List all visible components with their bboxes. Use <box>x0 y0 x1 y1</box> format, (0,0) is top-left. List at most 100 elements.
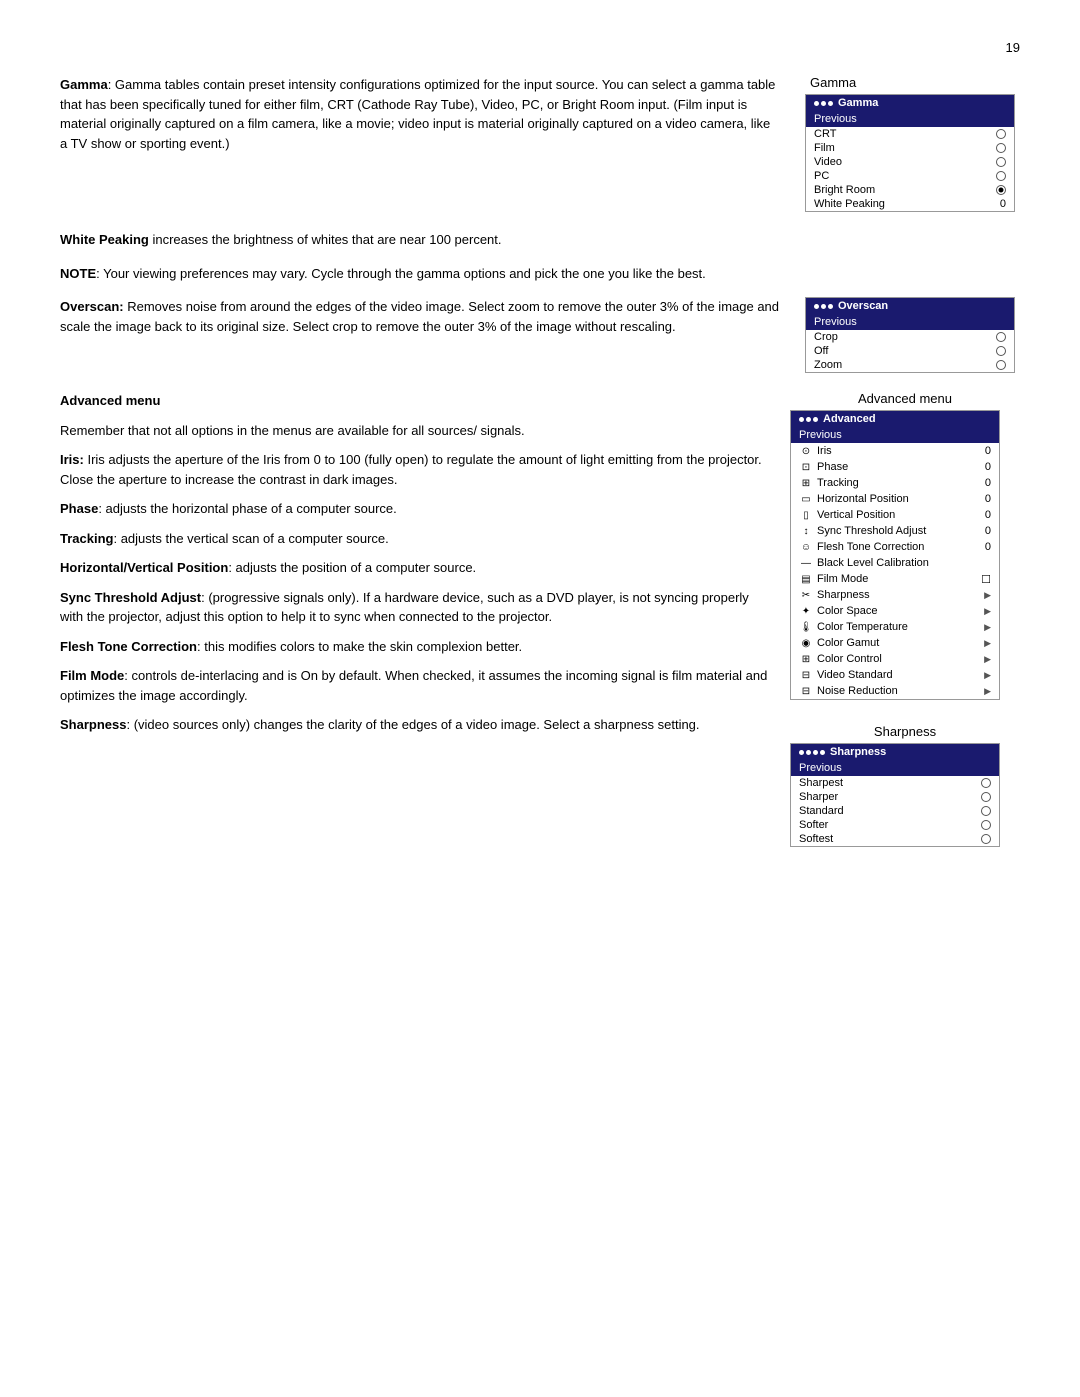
adv-phase[interactable]: ⊡ Phase 0 <box>791 459 999 475</box>
sdot4 <box>820 750 825 755</box>
sharpness-sharper[interactable]: Sharper <box>791 790 999 804</box>
gamma-crt-radio[interactable] <box>996 129 1006 139</box>
advanced-previous[interactable]: Previous <box>791 427 999 443</box>
adv-colortemp[interactable]: 🌡 Color Temperature ▶ <box>791 619 999 635</box>
flesh-icon: ☺ <box>799 540 813 554</box>
sharpness-sharpest[interactable]: Sharpest <box>791 776 999 790</box>
overscan-off[interactable]: Off <box>806 344 1014 358</box>
film-bold: Film Mode <box>60 668 124 683</box>
black-icon: — <box>799 556 813 570</box>
gamma-brightroom-radio[interactable] <box>996 185 1006 195</box>
adv-colorgamut-label: Color Gamut <box>817 637 879 649</box>
adv-vpos[interactable]: ▯ Vertical Position 0 <box>791 507 999 523</box>
sync-paragraph: Sync Threshold Adjust: (progressive sign… <box>60 588 770 627</box>
overscan-dots <box>814 304 833 309</box>
adv-tracking-value: 0 <box>985 477 991 489</box>
adv-tracking-left: ⊞ Tracking <box>799 476 859 490</box>
adv-videostd-label: Video Standard <box>817 669 893 681</box>
adv-sharpness-arrow: ▶ <box>984 590 991 601</box>
overscan-zoom-radio[interactable] <box>996 360 1006 370</box>
adv-noise[interactable]: ⊟ Noise Reduction ▶ <box>791 683 999 699</box>
adv-vpos-label: Vertical Position <box>817 509 895 521</box>
gamma-whitepeaking[interactable]: White Peaking 0 <box>806 197 1014 211</box>
adv-videostd-left: ⊟ Video Standard <box>799 668 893 682</box>
gamma-video[interactable]: Video <box>806 155 1014 169</box>
adv-hpos[interactable]: ▭ Horizontal Position 0 <box>791 491 999 507</box>
gamma-whitepeaking-label: White Peaking <box>814 198 885 210</box>
overscan-previous[interactable]: Previous <box>806 314 1014 330</box>
adv-iris-left: ⊙ Iris <box>799 444 832 458</box>
adv-flesh-label: Flesh Tone Correction <box>817 541 924 553</box>
gamma-video-radio[interactable] <box>996 157 1006 167</box>
sharpness-standard-radio[interactable] <box>981 806 991 816</box>
sharpness-sharper-radio[interactable] <box>981 792 991 802</box>
note-section: NOTE: Your viewing preferences may vary.… <box>60 264 1020 284</box>
sharpness-softest[interactable]: Softest <box>791 832 999 846</box>
adv-iris-label: Iris <box>817 445 832 457</box>
adv-noise-label: Noise Reduction <box>817 685 898 697</box>
adv-colorgamut[interactable]: ◉ Color Gamut ▶ <box>791 635 999 651</box>
iris-icon: ⊙ <box>799 444 813 458</box>
adv-colorgamut-left: ◉ Color Gamut <box>799 636 879 650</box>
adv-colortemp-left: 🌡 Color Temperature <box>799 620 908 634</box>
adv-colorspace[interactable]: ✦ Color Space ▶ <box>791 603 999 619</box>
sharpness-softer-label: Softer <box>799 819 828 831</box>
adv-sync-label: Sync Threshold Adjust <box>817 525 926 537</box>
sharpness-standard[interactable]: Standard <box>791 804 999 818</box>
adv-videostd[interactable]: ⊟ Video Standard ▶ <box>791 667 999 683</box>
gamma-previous[interactable]: Previous <box>806 111 1014 127</box>
tracking-paragraph: Tracking: adjusts the vertical scan of a… <box>60 529 770 549</box>
adv-flesh[interactable]: ☺ Flesh Tone Correction 0 <box>791 539 999 555</box>
adv-sharpness[interactable]: ✂ Sharpness ▶ <box>791 587 999 603</box>
adv-black-left: — Black Level Calibration <box>799 556 929 570</box>
overscan-zoom[interactable]: Zoom <box>806 358 1014 372</box>
white-peaking-body: increases the brightness of whites that … <box>149 232 502 247</box>
overscan-ui-col: Overscan Previous Crop Off Zoom <box>800 297 1020 373</box>
overscan-body: Removes noise from around the edges of t… <box>60 299 779 334</box>
overscan-crop-radio[interactable] <box>996 332 1006 342</box>
gamma-crt[interactable]: CRT <box>806 127 1014 141</box>
gamma-brightroom[interactable]: Bright Room <box>806 183 1014 197</box>
gamma-whitepeaking-value: 0 <box>1000 198 1006 210</box>
sharpness-sharpest-radio[interactable] <box>981 778 991 788</box>
adv-colorctrl-left: ⊞ Color Control <box>799 652 882 666</box>
adv-videostd-arrow: ▶ <box>984 670 991 681</box>
tracking-bold: Tracking <box>60 531 113 546</box>
sharpness-softer-radio[interactable] <box>981 820 991 830</box>
adv-tracking[interactable]: ⊞ Tracking 0 <box>791 475 999 491</box>
sharpness-softest-radio[interactable] <box>981 834 991 844</box>
gamma-film-radio[interactable] <box>996 143 1006 153</box>
sharpness-previous[interactable]: Previous <box>791 760 999 776</box>
dot1 <box>814 101 819 106</box>
sharpness-softer[interactable]: Softer <box>791 818 999 832</box>
gamma-text-col: Gamma: Gamma tables contain preset inten… <box>60 75 780 212</box>
videostd-icon: ⊟ <box>799 668 813 682</box>
gamma-pc[interactable]: PC <box>806 169 1014 183</box>
overscan-crop[interactable]: Crop <box>806 330 1014 344</box>
colortemp-icon: 🌡 <box>799 620 813 634</box>
hvpos-paragraph: Horizontal/Vertical Position: adjusts th… <box>60 558 770 578</box>
hvpos-bold: Horizontal/Vertical Position <box>60 560 228 575</box>
gamma-pc-radio[interactable] <box>996 171 1006 181</box>
gamma-ui-col: Gamma Gamma Previous CRT Film Video <box>800 75 1020 212</box>
adv-iris[interactable]: ⊙ Iris 0 <box>791 443 999 459</box>
adv-phase-label: Phase <box>817 461 848 473</box>
advanced-heading-bold: Advanced menu <box>60 393 160 408</box>
overscan-menu-box: Overscan Previous Crop Off Zoom <box>805 297 1015 373</box>
overscan-off-radio[interactable] <box>996 346 1006 356</box>
advanced-intro: Remember that not all options in the men… <box>60 421 770 441</box>
gamma-dots <box>814 101 833 106</box>
adv-colorctrl[interactable]: ⊞ Color Control ▶ <box>791 651 999 667</box>
adv-black[interactable]: — Black Level Calibration <box>791 555 999 571</box>
sync-icon: ↕ <box>799 524 813 538</box>
hpos-icon: ▭ <box>799 492 813 506</box>
adv-noise-arrow: ▶ <box>984 686 991 697</box>
tracking-icon: ⊞ <box>799 476 813 490</box>
adv-film[interactable]: ▤ Film Mode ☐ <box>791 571 999 587</box>
sharpness-menu-icon: ✂ <box>799 588 813 602</box>
gamma-menu-title: Gamma <box>806 95 1014 111</box>
gamma-film[interactable]: Film <box>806 141 1014 155</box>
adv-sync[interactable]: ↕ Sync Threshold Adjust 0 <box>791 523 999 539</box>
gamma-bold: Gamma <box>60 77 108 92</box>
gamma-crt-label: CRT <box>814 128 836 140</box>
